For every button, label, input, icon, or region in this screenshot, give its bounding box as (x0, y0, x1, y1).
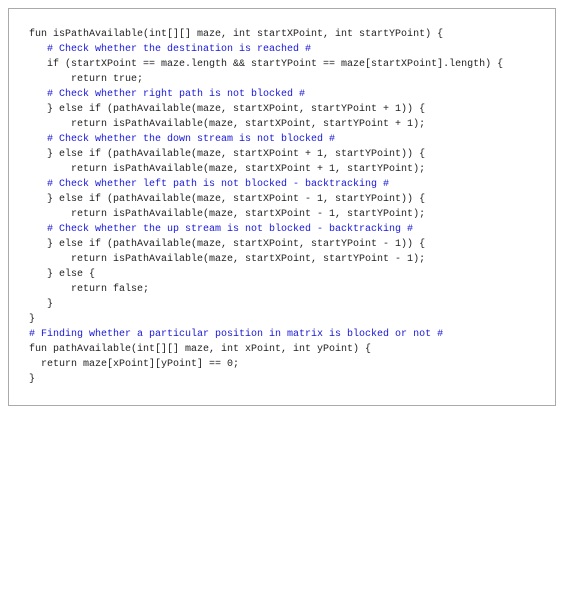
code-line: return false; (29, 282, 535, 297)
code-line: } else if (pathAvailable(maze, startXPoi… (29, 192, 535, 207)
code-line: return isPathAvailable(maze, startXPoint… (29, 252, 535, 267)
code-comment: # Finding whether a particular position … (29, 327, 535, 342)
code-line: return true; (29, 72, 535, 87)
code-line: fun pathAvailable(int[][] maze, int xPoi… (29, 342, 535, 357)
code-line: return isPathAvailable(maze, startXPoint… (29, 162, 535, 177)
code-comment: # Check whether left path is not blocked… (29, 177, 535, 192)
code-line: } (29, 297, 535, 312)
code-line: return isPathAvailable(maze, startXPoint… (29, 117, 535, 132)
code-line: } else if (pathAvailable(maze, startXPoi… (29, 237, 535, 252)
code-comment: # Check whether the down stream is not b… (29, 132, 535, 147)
code-comment: # Check whether the destination is reach… (29, 42, 535, 57)
code-line: } (29, 312, 535, 327)
code-line: } else if (pathAvailable(maze, startXPoi… (29, 147, 535, 162)
code-line: if (startXPoint == maze.length && startY… (29, 57, 535, 72)
code-line: fun isPathAvailable(int[][] maze, int st… (29, 27, 535, 42)
code-line: return isPathAvailable(maze, startXPoint… (29, 207, 535, 222)
code-block: fun isPathAvailable(int[][] maze, int st… (8, 8, 556, 406)
code-line: } else { (29, 267, 535, 282)
code-line: } (29, 372, 535, 387)
code-comment: # Check whether the up stream is not blo… (29, 222, 535, 237)
code-comment: # Check whether right path is not blocke… (29, 87, 535, 102)
code-line: return maze[xPoint][yPoint] == 0; (29, 357, 535, 372)
code-line: } else if (pathAvailable(maze, startXPoi… (29, 102, 535, 117)
